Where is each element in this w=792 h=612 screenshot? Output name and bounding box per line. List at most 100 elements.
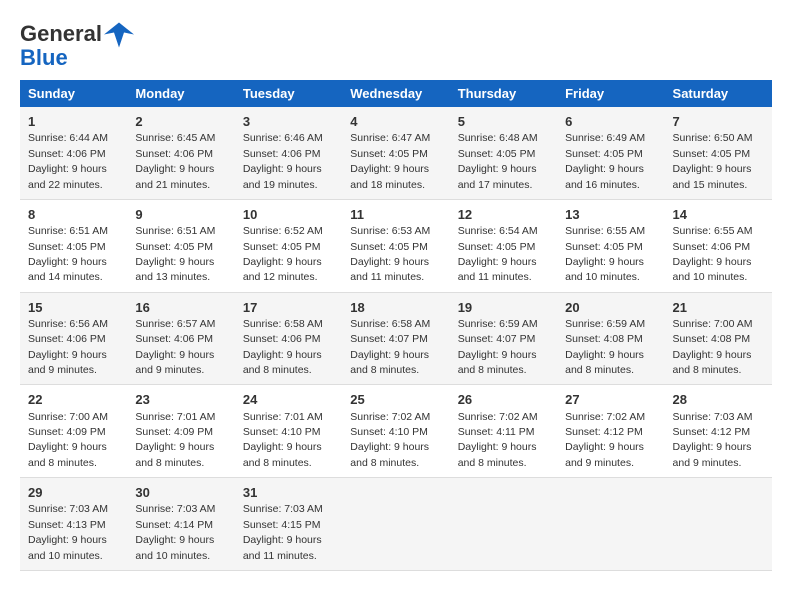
day-cell-28: 28Sunrise: 7:03 AMSunset: 4:12 PMDayligh… — [665, 385, 772, 478]
sunrise-info: Sunrise: 6:50 AM — [673, 132, 753, 144]
daylight-hours: Daylight: 9 hours and 8 minutes. — [350, 349, 429, 376]
sunrise-info: Sunrise: 6:53 AM — [350, 225, 430, 237]
day-cell-26: 26Sunrise: 7:02 AMSunset: 4:11 PMDayligh… — [450, 385, 557, 478]
day-cell-18: 18Sunrise: 6:58 AM Sunset: 4:07 PM Dayligh… — [342, 292, 449, 385]
day-number: 5 — [458, 113, 549, 131]
daylight-hours: Daylight: 9 hours and 8 minutes. — [135, 441, 214, 468]
day-number: 15 — [28, 299, 119, 317]
day-number: 14 — [673, 206, 764, 224]
logo-general: General — [20, 21, 102, 46]
day-number: 3 — [243, 113, 334, 131]
col-header-saturday: Saturday — [665, 80, 772, 107]
daylight-hours: Daylight: 9 hours and 11 minutes. — [243, 534, 322, 561]
day-number: 19 — [458, 299, 549, 317]
day-cell-1: 1Sunrise: 6:44 AMSunset: 4:06 PMDaylight… — [20, 107, 127, 199]
day-number: 2 — [135, 113, 226, 131]
sunset-info: Sunset: 4:06 PM — [243, 333, 321, 345]
sunrise-info: Sunrise: 6:48 AM — [458, 132, 538, 144]
sunset-info: Sunset: 4:06 PM — [28, 333, 106, 345]
daylight-hours: Daylight: 9 hours and 15 minutes. — [673, 163, 752, 190]
daylight-hours: Daylight: 9 hours and 13 minutes. — [135, 256, 214, 283]
col-header-friday: Friday — [557, 80, 664, 107]
daylight-hours: Daylight: 9 hours and 22 minutes. — [28, 163, 107, 190]
day-cell-27: 27Sunrise: 7:02 AMSunset: 4:12 PMDayligh… — [557, 385, 664, 478]
sunrise-info: Sunrise: 6:58 AM — [243, 318, 323, 330]
day-number: 21 — [673, 299, 764, 317]
day-cell-31: 31Sunrise: 7:03 AMSunset: 4:15 PMDayligh… — [235, 478, 342, 571]
sunrise-info: Sunrise: 7:01 AM — [243, 411, 323, 423]
sunset-info: Sunset: 4:05 PM — [28, 241, 106, 253]
daylight-hours: Daylight: 9 hours and 10 minutes. — [28, 534, 107, 561]
page-header: General Blue — [20, 20, 772, 70]
sunrise-info: Sunrise: 6:45 AM — [135, 132, 215, 144]
day-number: 27 — [565, 391, 656, 409]
sunset-info: Sunset: 4:05 PM — [350, 241, 428, 253]
day-cell-25: 25Sunrise: 7:02 AMSunset: 4:10 PMDayligh… — [342, 385, 449, 478]
calendar-row: 29Sunrise: 7:03 AMSunset: 4:13 PMDayligh… — [20, 478, 772, 571]
sunset-info: Sunset: 4:05 PM — [243, 241, 321, 253]
daylight-hours: Daylight: 9 hours and 8 minutes. — [565, 349, 644, 376]
sunrise-info: Sunrise: 6:55 AM — [673, 225, 753, 237]
sunset-info: Sunset: 4:09 PM — [135, 426, 213, 438]
day-number: 4 — [350, 113, 441, 131]
sunset-info: Sunset: 4:05 PM — [458, 241, 536, 253]
day-cell-3: 3Sunrise: 6:46 AMSunset: 4:06 PMDaylight… — [235, 107, 342, 199]
daylight-hours: Daylight: 9 hours and 18 minutes. — [350, 163, 429, 190]
day-cell-19: 19Sunrise: 6:59 AM Sunset: 4:07 PM Dayligh… — [450, 292, 557, 385]
daylight-hours: Daylight: 9 hours and 11 minutes. — [350, 256, 429, 283]
col-header-monday: Monday — [127, 80, 234, 107]
sunset-info: Sunset: 4:05 PM — [135, 241, 213, 253]
daylight-hours: Daylight: 9 hours and 9 minutes. — [28, 349, 107, 376]
sunrise-info: Sunrise: 6:58 AM — [350, 318, 430, 330]
sunrise-info: Sunrise: 6:46 AM — [243, 132, 323, 144]
empty-cell — [557, 478, 664, 571]
calendar-row: 8Sunrise: 6:51 AM Sunset: 4:05 PM Daylight… — [20, 199, 772, 292]
day-cell-5: 5Sunrise: 6:48 AMSunset: 4:05 PMDaylight… — [450, 107, 557, 199]
sunset-info: Sunset: 4:07 PM — [350, 333, 428, 345]
daylight-hours: Daylight: 9 hours and 19 minutes. — [243, 163, 322, 190]
sunrise-info: Sunrise: 6:55 AM — [565, 225, 645, 237]
sunrise-info: Sunrise: 7:03 AM — [673, 411, 753, 423]
day-number: 16 — [135, 299, 226, 317]
daylight-hours: Daylight: 9 hours and 10 minutes. — [565, 256, 644, 283]
sunset-info: Sunset: 4:10 PM — [350, 426, 428, 438]
sunrise-info: Sunrise: 6:51 AM — [28, 225, 108, 237]
daylight-hours: Daylight: 9 hours and 8 minutes. — [458, 349, 537, 376]
empty-cell — [342, 478, 449, 571]
day-number: 25 — [350, 391, 441, 409]
daylight-hours: Daylight: 9 hours and 8 minutes. — [243, 349, 322, 376]
sunrise-info: Sunrise: 7:01 AM — [135, 411, 215, 423]
day-number: 29 — [28, 484, 119, 502]
day-cell-10: 10Sunrise: 6:52 AMSunset: 4:05 PMDayligh… — [235, 199, 342, 292]
calendar-row: 22Sunrise: 7:00 AMSunset: 4:09 PMDayligh… — [20, 385, 772, 478]
day-number: 7 — [673, 113, 764, 131]
daylight-hours: Daylight: 9 hours and 21 minutes. — [135, 163, 214, 190]
sunset-info: Sunset: 4:05 PM — [350, 148, 428, 160]
sunrise-info: Sunrise: 7:03 AM — [28, 503, 108, 515]
day-cell-6: 6Sunrise: 6:49 AMSunset: 4:05 PMDaylight… — [557, 107, 664, 199]
day-number: 30 — [135, 484, 226, 502]
day-number: 18 — [350, 299, 441, 317]
daylight-hours: Daylight: 9 hours and 9 minutes. — [673, 441, 752, 468]
day-cell-12: 12Sunrise: 6:54 AMSunset: 4:05 PMDayligh… — [450, 199, 557, 292]
sunset-info: Sunset: 4:08 PM — [673, 333, 751, 345]
col-header-sunday: Sunday — [20, 80, 127, 107]
sunrise-info: Sunrise: 7:02 AM — [458, 411, 538, 423]
sunset-info: Sunset: 4:12 PM — [565, 426, 643, 438]
day-number: 28 — [673, 391, 764, 409]
daylight-hours: Daylight: 9 hours and 8 minutes. — [28, 441, 107, 468]
day-number: 8 — [28, 206, 119, 224]
logo-blue: Blue — [20, 45, 68, 70]
sunrise-info: Sunrise: 6:59 AM — [565, 318, 645, 330]
day-cell-14: 14Sunrise: 6:55 AMSunset: 4:06 PMDayligh… — [665, 199, 772, 292]
sunrise-info: Sunrise: 6:57 AM — [135, 318, 215, 330]
sunset-info: Sunset: 4:14 PM — [135, 519, 213, 531]
sunset-info: Sunset: 4:06 PM — [28, 148, 106, 160]
calendar-row: 15Sunrise: 6:56 AMSunset: 4:06 PMDayligh… — [20, 292, 772, 385]
calendar-header-row: SundayMondayTuesdayWednesdayThursdayFrid… — [20, 80, 772, 107]
sunset-info: Sunset: 4:15 PM — [243, 519, 321, 531]
day-cell-23: 23Sunrise: 7:01 AMSunset: 4:09 PMDayligh… — [127, 385, 234, 478]
sunset-info: Sunset: 4:07 PM — [458, 333, 536, 345]
day-number: 9 — [135, 206, 226, 224]
sunrise-info: Sunrise: 6:59 AM — [458, 318, 538, 330]
